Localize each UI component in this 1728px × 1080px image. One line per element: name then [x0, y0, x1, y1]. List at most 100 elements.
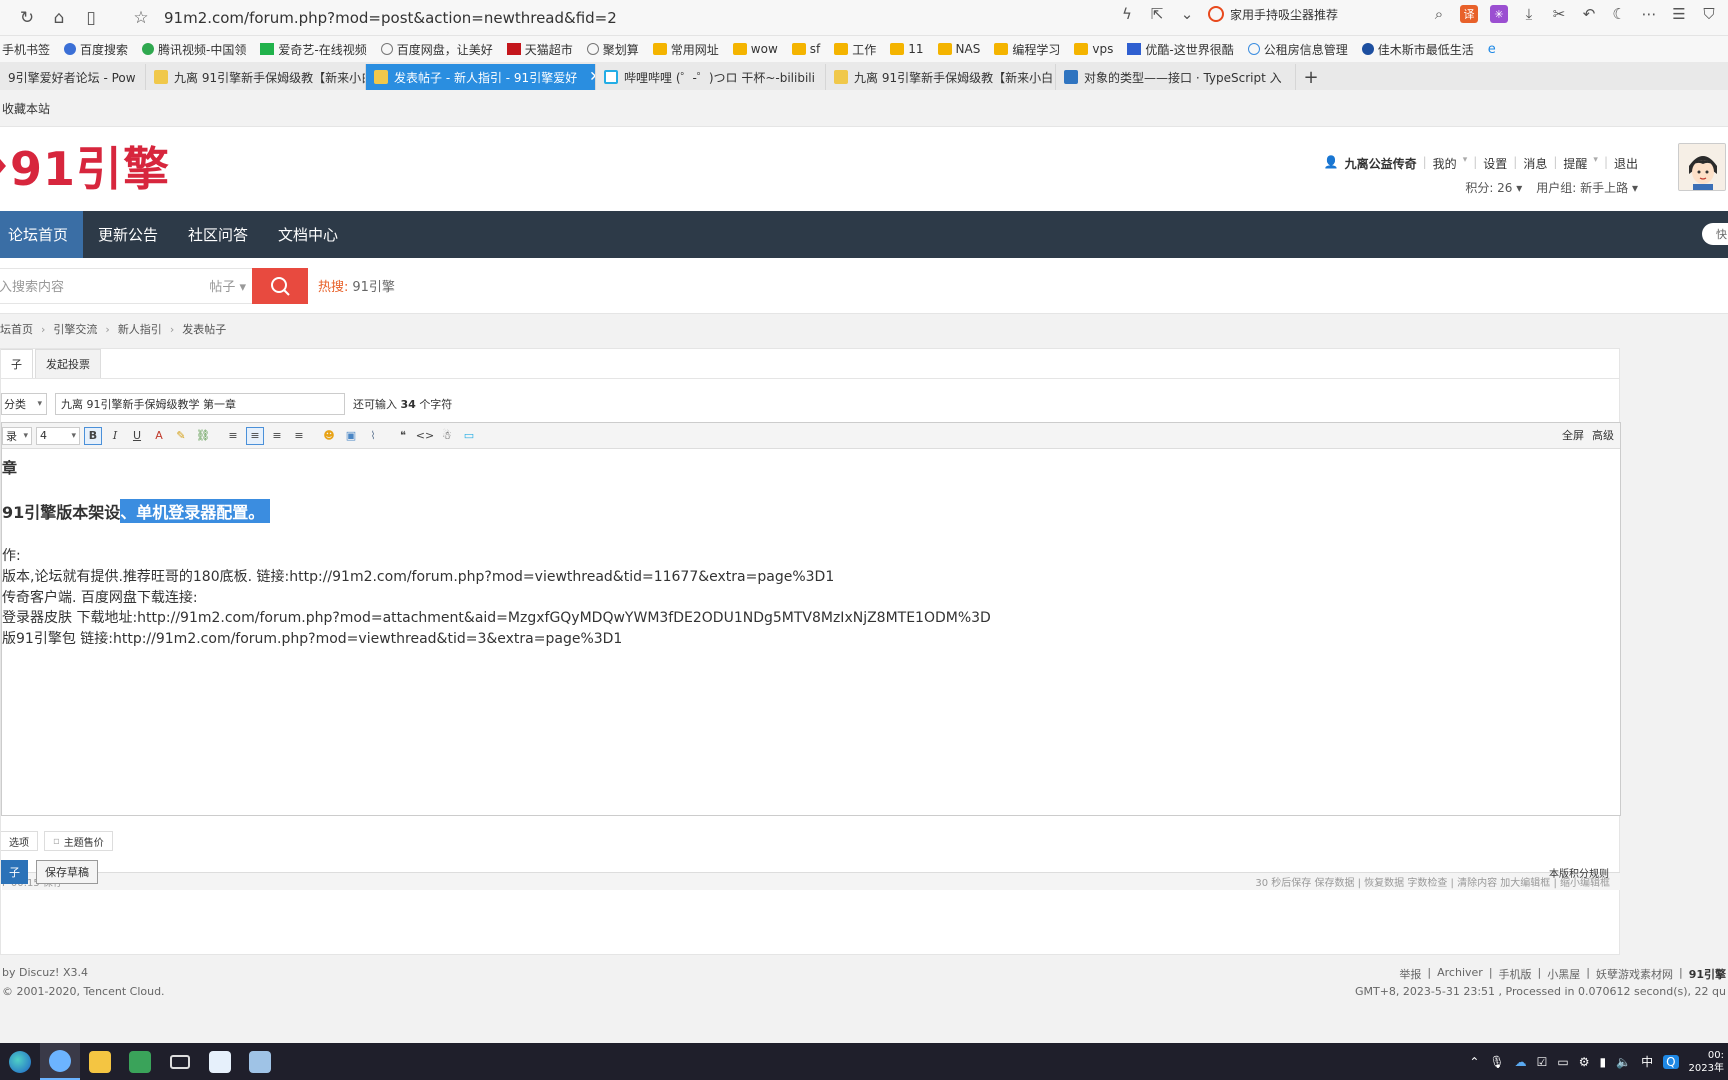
volume-icon[interactable]: 🔈 [1616, 1055, 1631, 1069]
bookmark-item[interactable]: 百度网盘，让美好 [380, 41, 493, 58]
browser-tab[interactable]: 对象的类型——接口 · TypeScript 入 [1056, 64, 1296, 90]
more-icon[interactable]: ⋯ [1640, 5, 1658, 23]
title-input[interactable]: 九离 91引擎新手保姆级教学 第一章 [55, 393, 345, 415]
italic-icon[interactable]: I [106, 427, 124, 445]
bookmark-folder[interactable]: 常用网址 [652, 41, 719, 58]
settings-link[interactable]: 设置 [1483, 155, 1507, 172]
points-link[interactable]: 积分: 26 ▾ [1465, 179, 1522, 196]
tab-post[interactable]: 子 [1, 349, 33, 378]
quote-icon[interactable]: ❝ [394, 427, 412, 445]
bookmark-item[interactable]: 聚划算 [586, 41, 639, 58]
quick-nav-pill[interactable]: 快 [1702, 223, 1728, 245]
emoji-icon[interactable]: ☻ [320, 427, 338, 445]
bookmark-folder[interactable]: sf [791, 42, 820, 56]
microphone-icon[interactable]: 🎙 [1489, 1055, 1504, 1069]
battery-icon[interactable]: ▮ [1600, 1055, 1607, 1069]
bookmark-folder[interactable]: vps [1074, 42, 1113, 56]
image-icon[interactable]: ▣ [342, 427, 360, 445]
usergroup-link[interactable]: 用户组: 新手上路 ▾ [1536, 179, 1638, 196]
align-justify-icon[interactable]: ≡ [246, 426, 264, 445]
video-camera-icon[interactable] [160, 1043, 200, 1080]
undo-icon[interactable]: ↶ [1580, 5, 1598, 23]
browser-taskbar-icon[interactable] [40, 1043, 80, 1080]
footer-link[interactable]: 91引擎 [1689, 966, 1726, 982]
todo-icon[interactable]: ☑ [1537, 1055, 1548, 1069]
breadcrumb-item[interactable]: 坛首页 [0, 321, 33, 337]
reminders-link[interactable]: 提醒 [1563, 155, 1587, 172]
nav-announcements[interactable]: 更新公告 [83, 211, 173, 258]
favorite-link[interactable]: 收藏本站 [2, 100, 50, 117]
bookmark-item[interactable]: 天猫超市 [506, 41, 573, 58]
link-icon[interactable]: ⛓ [194, 427, 212, 445]
hot-search-link[interactable]: 91引擎 [352, 280, 395, 295]
clock[interactable]: 00: 2023年 [1689, 1049, 1724, 1075]
steam-icon[interactable]: ⚙ [1579, 1055, 1590, 1069]
bilibili-icon[interactable]: ▭ [460, 427, 478, 445]
download-icon[interactable]: ⤓ [1520, 5, 1538, 23]
fullscreen-button[interactable]: 全屏 [1562, 427, 1584, 443]
translate-icon[interactable]: 译 [1460, 5, 1478, 23]
notepad-icon[interactable] [240, 1043, 280, 1080]
ime-indicator[interactable]: 中 [1641, 1053, 1653, 1070]
highlight-icon[interactable]: ✎ [172, 427, 190, 445]
submit-button[interactable]: 子 [1, 860, 28, 884]
bookmark-item[interactable]: 百度搜索 [64, 41, 128, 58]
nav-forum-home[interactable]: 论坛首页 [0, 211, 84, 258]
category-select[interactable]: 分类 [1, 393, 47, 415]
underline-icon[interactable]: U [128, 427, 146, 445]
file-explorer-icon[interactable] [80, 1043, 120, 1080]
chevron-up-icon[interactable]: ⌃ [1469, 1055, 1479, 1069]
bookmark-folder[interactable]: wow [732, 42, 778, 56]
shirt-icon[interactable]: ⛉ [1700, 5, 1718, 23]
avatar[interactable] [1678, 143, 1726, 191]
price-toggle[interactable]: ▫ 主题售价 [44, 831, 113, 851]
footer-link[interactable]: 手机版 [1499, 966, 1532, 982]
tab-poll[interactable]: 发起投票 [35, 349, 101, 378]
bookmark-folder[interactable]: 11 [890, 42, 924, 56]
search-suggestion[interactable]: 家用手持吸尘器推荐 [1207, 6, 1338, 23]
footer-link[interactable]: 妖孽游戏素材网 [1596, 966, 1673, 982]
footer-link[interactable]: Archiver [1437, 966, 1483, 982]
qq-icon[interactable]: ☃ [438, 427, 456, 445]
edge-icon[interactable]: e [1488, 42, 1496, 57]
search-button[interactable] [252, 267, 308, 304]
reader-icon[interactable]: ▯ [78, 5, 104, 31]
scissors-icon[interactable]: ✂ [1550, 5, 1568, 23]
close-icon[interactable]: ✕ [589, 69, 595, 85]
username-link[interactable]: 九离公益传奇 [1345, 155, 1417, 172]
home-icon[interactable]: ⌂ [46, 5, 72, 31]
bookmark-item[interactable]: 优酷-这世界很酷 [1127, 41, 1234, 58]
bookmark-item[interactable]: 佳木斯市最低生活 [1361, 41, 1474, 58]
browser-tab[interactable]: 9引擎爱好者论坛 - Pow [0, 64, 146, 90]
breadcrumb-item[interactable]: 新人指引 [118, 321, 162, 337]
site-logo[interactable]: 91引擎 [0, 137, 170, 196]
menu-icon[interactable]: ☰ [1670, 5, 1688, 23]
moon-icon[interactable]: ☾ [1610, 5, 1628, 23]
options-toggle[interactable]: 选项 [1, 831, 38, 851]
logout-link[interactable]: 退出 [1614, 155, 1638, 172]
bookmark-folder[interactable]: 工作 [834, 41, 876, 58]
lightning-icon[interactable]: ϟ [1118, 5, 1136, 23]
star-icon[interactable]: ☆ [128, 5, 154, 31]
code-icon[interactable]: <> [416, 427, 434, 445]
bookmark-item[interactable]: 手机书签 [2, 41, 50, 58]
browser-tab[interactable]: 九离 91引擎新手保姆级教【新来小白 [826, 64, 1056, 90]
browser-tab[interactable]: 哔哩哔哩 (゜-゜)つロ 干杯~-bilibili [596, 64, 826, 90]
rules-link[interactable]: 本版积分规则 [1549, 865, 1609, 880]
bookmark-folder[interactable]: NAS [937, 42, 980, 56]
attachment-icon[interactable]: ⌇ [364, 427, 382, 445]
display-icon[interactable]: ▭ [1557, 1055, 1568, 1069]
font-select[interactable]: 录 [2, 426, 32, 445]
font-color-icon[interactable]: A [150, 427, 168, 445]
nav-qa[interactable]: 社区问答 [173, 211, 263, 258]
advanced-button[interactable]: 高级 [1592, 427, 1614, 443]
size-select[interactable]: 4 [36, 426, 80, 445]
browser-tab-active[interactable]: 发表帖子 - 新人指引 - 91引擎爱好 ✕ [366, 64, 596, 90]
url-field[interactable]: 91m2.com/forum.php?mod=post&action=newth… [164, 9, 617, 27]
nav-docs[interactable]: 文档中心 [263, 211, 353, 258]
bookmark-item[interactable]: 腾讯视频-中国领 [142, 41, 246, 58]
bookmark-item[interactable]: 公租房信息管理 [1247, 41, 1348, 58]
footer-link[interactable]: 举报 [1399, 966, 1421, 982]
bookmark-item[interactable]: 爱奇艺-在线视频 [260, 41, 367, 58]
browser-tab[interactable]: 九离 91引擎新手保姆级教【新来小白 [146, 64, 366, 90]
